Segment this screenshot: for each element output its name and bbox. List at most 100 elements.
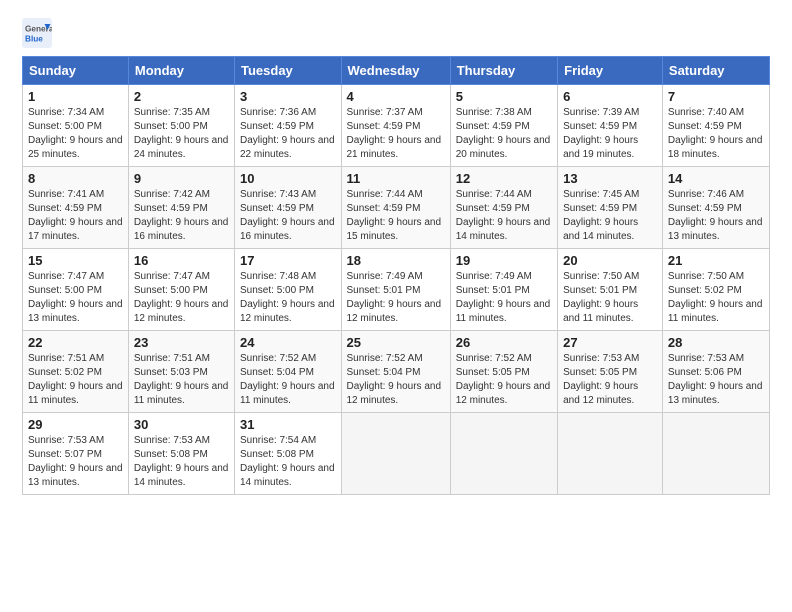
sunrise-label: Sunrise: 7:34 AM (28, 107, 104, 118)
calendar-cell: 24Sunrise: 7:52 AMSunset: 5:04 PMDayligh… (235, 331, 342, 413)
day-info: Sunrise: 7:34 AMSunset: 5:00 PMDaylight:… (28, 106, 123, 162)
calendar-cell: 17Sunrise: 7:48 AMSunset: 5:00 PMDayligh… (235, 249, 342, 331)
calendar-cell: 10Sunrise: 7:43 AMSunset: 4:59 PMDayligh… (235, 167, 342, 249)
daylight-label: Daylight: 9 hours and 16 minutes. (240, 217, 335, 242)
daylight-label: Daylight: 9 hours and 16 minutes. (134, 217, 229, 242)
sunset-label: Sunset: 5:02 PM (28, 367, 102, 378)
calendar-cell: 31Sunrise: 7:54 AMSunset: 5:08 PMDayligh… (235, 413, 342, 495)
calendar-cell: 11Sunrise: 7:44 AMSunset: 4:59 PMDayligh… (341, 167, 450, 249)
sunset-label: Sunset: 5:00 PM (134, 121, 208, 132)
calendar-table: SundayMondayTuesdayWednesdayThursdayFrid… (22, 56, 770, 495)
day-info: Sunrise: 7:44 AMSunset: 4:59 PMDaylight:… (347, 188, 445, 244)
daylight-label: Daylight: 9 hours and 25 minutes. (28, 135, 123, 160)
calendar-cell: 16Sunrise: 7:47 AMSunset: 5:00 PMDayligh… (128, 249, 234, 331)
calendar-cell: 13Sunrise: 7:45 AMSunset: 4:59 PMDayligh… (558, 167, 663, 249)
daylight-label: Daylight: 9 hours and 12 minutes. (563, 381, 638, 406)
day-info: Sunrise: 7:50 AMSunset: 5:01 PMDaylight:… (563, 270, 657, 326)
sunrise-label: Sunrise: 7:53 AM (668, 353, 744, 364)
daylight-label: Daylight: 9 hours and 11 minutes. (240, 381, 335, 406)
weekday-header-monday: Monday (128, 57, 234, 85)
day-info: Sunrise: 7:41 AMSunset: 4:59 PMDaylight:… (28, 188, 123, 244)
daylight-label: Daylight: 9 hours and 13 minutes. (28, 463, 123, 488)
sunrise-label: Sunrise: 7:47 AM (28, 271, 104, 282)
day-info: Sunrise: 7:39 AMSunset: 4:59 PMDaylight:… (563, 106, 657, 162)
day-number: 26 (456, 335, 552, 350)
logo-icon: General Blue (22, 18, 52, 48)
calendar-cell: 6Sunrise: 7:39 AMSunset: 4:59 PMDaylight… (558, 85, 663, 167)
day-info: Sunrise: 7:54 AMSunset: 5:08 PMDaylight:… (240, 434, 336, 490)
sunrise-label: Sunrise: 7:53 AM (563, 353, 639, 364)
sunrise-label: Sunrise: 7:42 AM (134, 189, 210, 200)
daylight-label: Daylight: 9 hours and 18 minutes. (668, 135, 763, 160)
calendar-cell: 21Sunrise: 7:50 AMSunset: 5:02 PMDayligh… (662, 249, 769, 331)
calendar-cell: 4 Sunrise: 7:37 AMSunset: 4:59 PMDaylight… (341, 85, 450, 167)
sunset-label: Sunset: 5:08 PM (240, 449, 314, 460)
calendar-cell: 19Sunrise: 7:49 AMSunset: 5:01 PMDayligh… (450, 249, 557, 331)
sunset-label: Sunset: 4:59 PM (347, 203, 421, 214)
calendar-cell (450, 413, 557, 495)
calendar-cell (662, 413, 769, 495)
daylight-label: Daylight: 9 hours and 14 minutes. (563, 217, 638, 242)
daylight-label: Daylight: 9 hours and 13 minutes. (668, 217, 763, 242)
weekday-header-saturday: Saturday (662, 57, 769, 85)
day-number: 14 (668, 171, 764, 186)
sunrise-label: Sunrise: 7:49 AM (456, 271, 532, 282)
daylight-label: Daylight: 9 hours and 13 minutes. (28, 299, 123, 324)
day-number: 24 (240, 335, 336, 350)
sunset-label: Sunset: 5:07 PM (28, 449, 102, 460)
day-info: Sunrise: 7:52 AMSunset: 5:04 PMDaylight:… (347, 352, 445, 408)
sunrise-label: Sunrise: 7:39 AM (563, 107, 639, 118)
day-number: 4 (347, 89, 445, 104)
daylight-label: Daylight: 9 hours and 11 minutes. (456, 299, 551, 324)
calendar-cell: 27Sunrise: 7:53 AMSunset: 5:05 PMDayligh… (558, 331, 663, 413)
daylight-label: Daylight: 9 hours and 13 minutes. (668, 381, 763, 406)
calendar-cell: 25 Sunrise: 7:52 AMSunset: 5:04 PMDayligh… (341, 331, 450, 413)
day-info: Sunrise: 7:43 AMSunset: 4:59 PMDaylight:… (240, 188, 336, 244)
day-number: 15 (28, 253, 123, 268)
calendar-cell: 23Sunrise: 7:51 AMSunset: 5:03 PMDayligh… (128, 331, 234, 413)
sunset-label: Sunset: 4:59 PM (563, 203, 637, 214)
sunset-label: Sunset: 5:02 PM (668, 285, 742, 296)
weekday-header-sunday: Sunday (23, 57, 129, 85)
day-number: 9 (134, 171, 229, 186)
week-row-2: 8Sunrise: 7:41 AMSunset: 4:59 PMDaylight… (23, 167, 770, 249)
sunset-label: Sunset: 4:59 PM (347, 121, 421, 132)
calendar-cell: 29Sunrise: 7:53 AMSunset: 5:07 PMDayligh… (23, 413, 129, 495)
daylight-label: Daylight: 9 hours and 19 minutes. (563, 135, 638, 160)
week-row-3: 15Sunrise: 7:47 AMSunset: 5:00 PMDayligh… (23, 249, 770, 331)
day-number: 30 (134, 417, 229, 432)
sunrise-label: Sunrise: 7:49 AM (347, 271, 423, 282)
day-number: 12 (456, 171, 552, 186)
calendar-cell: 14Sunrise: 7:46 AMSunset: 4:59 PMDayligh… (662, 167, 769, 249)
day-info: Sunrise: 7:37 AMSunset: 4:59 PMDaylight:… (347, 106, 445, 162)
calendar-cell: 5Sunrise: 7:38 AMSunset: 4:59 PMDaylight… (450, 85, 557, 167)
calendar-cell: 18Sunrise: 7:49 AMSunset: 5:01 PMDayligh… (341, 249, 450, 331)
daylight-label: Daylight: 9 hours and 14 minutes. (134, 463, 229, 488)
calendar-cell (558, 413, 663, 495)
day-number: 29 (28, 417, 123, 432)
sunrise-label: Sunrise: 7:54 AM (240, 435, 316, 446)
day-number: 25 (347, 335, 445, 350)
day-info: Sunrise: 7:44 AMSunset: 4:59 PMDaylight:… (456, 188, 552, 244)
day-info: Sunrise: 7:51 AMSunset: 5:02 PMDaylight:… (28, 352, 123, 408)
sunset-label: Sunset: 5:08 PM (134, 449, 208, 460)
sunset-label: Sunset: 5:05 PM (563, 367, 637, 378)
day-info: Sunrise: 7:38 AMSunset: 4:59 PMDaylight:… (456, 106, 552, 162)
daylight-label: Daylight: 9 hours and 11 minutes. (134, 381, 229, 406)
day-number: 2 (134, 89, 229, 104)
day-number: 3 (240, 89, 336, 104)
daylight-label: Daylight: 9 hours and 11 minutes. (28, 381, 123, 406)
daylight-label: Daylight: 9 hours and 11 minutes. (563, 299, 638, 324)
calendar-cell: 1Sunrise: 7:34 AMSunset: 5:00 PMDaylight… (23, 85, 129, 167)
logo: General Blue (22, 18, 56, 48)
sunset-label: Sunset: 4:59 PM (240, 121, 314, 132)
sunset-label: Sunset: 5:06 PM (668, 367, 742, 378)
day-info: Sunrise: 7:45 AMSunset: 4:59 PMDaylight:… (563, 188, 657, 244)
sunrise-label: Sunrise: 7:51 AM (134, 353, 210, 364)
calendar-cell: 12 Sunrise: 7:44 AMSunset: 4:59 PMDayligh… (450, 167, 557, 249)
page: General Blue SundayMondayTuesdayWednesda… (0, 0, 792, 612)
daylight-label: Daylight: 9 hours and 14 minutes. (456, 217, 551, 242)
daylight-label: Daylight: 9 hours and 22 minutes. (240, 135, 335, 160)
weekday-header-friday: Friday (558, 57, 663, 85)
calendar-cell (341, 413, 450, 495)
